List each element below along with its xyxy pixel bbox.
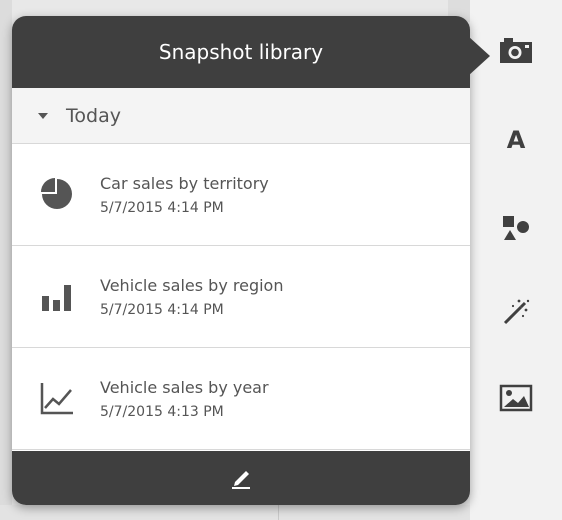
snapshot-title: Vehicle sales by region: [100, 276, 284, 295]
pie-chart-icon: [41, 178, 72, 209]
background-panel: [0, 0, 12, 520]
caret-down-icon: [38, 112, 48, 119]
effects-tool-button[interactable]: [470, 282, 562, 342]
background-panel-bottom: [0, 505, 470, 520]
snapshot-item[interactable]: Vehicle sales by year 5/7/2015 4:13 PM: [12, 348, 470, 450]
popover-header: Snapshot library: [12, 16, 470, 88]
snapshot-date: 5/7/2015 4:14 PM: [100, 200, 224, 216]
section-header-today[interactable]: Today: [12, 88, 470, 144]
shapes-tool-button[interactable]: [470, 198, 562, 258]
shapes-icon: [503, 216, 529, 240]
snapshot-library-popover: Snapshot library Today Car sales by terr…: [12, 16, 470, 505]
popover-footer: [12, 451, 470, 505]
magic-wand-icon: [503, 299, 530, 325]
bar-chart-icon: [42, 285, 71, 311]
right-toolbar: A: [470, 0, 562, 520]
snapshot-title: Vehicle sales by year: [100, 378, 269, 397]
pen-icon: [232, 471, 250, 489]
text-tool-button[interactable]: A: [470, 110, 562, 170]
snapshot-date: 5/7/2015 4:13 PM: [100, 404, 224, 420]
screen: A Snapshot library Today Car sales by te…: [0, 0, 562, 520]
snapshot-list: Car sales by territory 5/7/2015 4:14 PM …: [12, 144, 470, 450]
snapshot-item[interactable]: Car sales by territory 5/7/2015 4:14 PM: [12, 144, 470, 246]
section-title: Today: [66, 104, 121, 127]
camera-icon: [500, 38, 532, 63]
text-icon: A: [506, 126, 526, 154]
popover-title: Snapshot library: [158, 40, 324, 64]
snapshot-title: Car sales by territory: [100, 174, 269, 193]
edit-snapshots-button[interactable]: [221, 458, 261, 498]
image-icon: [499, 384, 533, 412]
popover-arrow: [468, 36, 490, 76]
snapshot-date: 5/7/2015 4:14 PM: [100, 302, 224, 318]
snapshot-item[interactable]: Vehicle sales by region 5/7/2015 4:14 PM: [12, 246, 470, 348]
image-tool-button[interactable]: [470, 368, 562, 428]
line-chart-icon: [40, 383, 73, 415]
divider: [278, 505, 279, 520]
